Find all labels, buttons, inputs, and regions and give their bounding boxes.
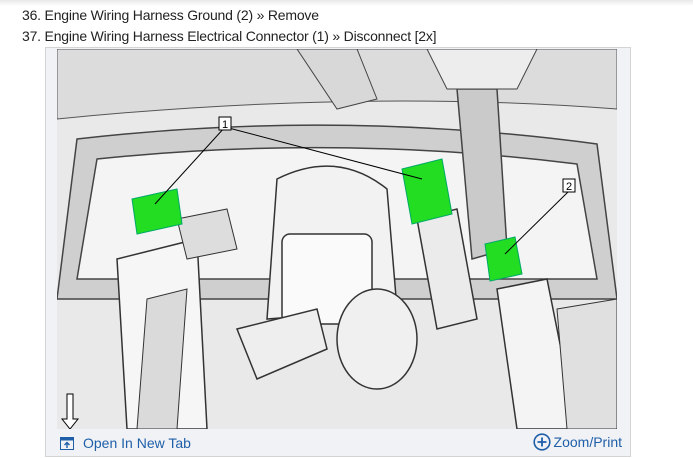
zoom-plus-icon	[532, 433, 551, 451]
engine-diagram: 1 2	[57, 49, 617, 429]
figure-footer: Open In New Tab Zoom/Print	[46, 430, 630, 456]
callout-1: 1	[222, 119, 228, 131]
open-in-new-tab-link[interactable]: Open In New Tab	[60, 435, 191, 451]
callout-2: 2	[566, 181, 572, 193]
open-new-tab-icon	[60, 436, 74, 450]
step-36: 36. Engine Wiring Harness Ground (2) » R…	[22, 7, 319, 23]
ground-2	[484, 236, 523, 282]
figure-frame: 1 2 Open In New Tab Zoom/Print	[45, 47, 631, 457]
step-37: 37. Engine Wiring Harness Electrical Con…	[22, 28, 437, 44]
open-tab-label: Open In New Tab	[83, 435, 191, 451]
engine-illustration[interactable]: 1 2	[57, 49, 617, 429]
zoom-print-link[interactable]: Zoom/Print	[532, 433, 622, 451]
top-shadow	[0, 0, 693, 6]
zoom-print-label: Zoom/Print	[553, 434, 622, 450]
